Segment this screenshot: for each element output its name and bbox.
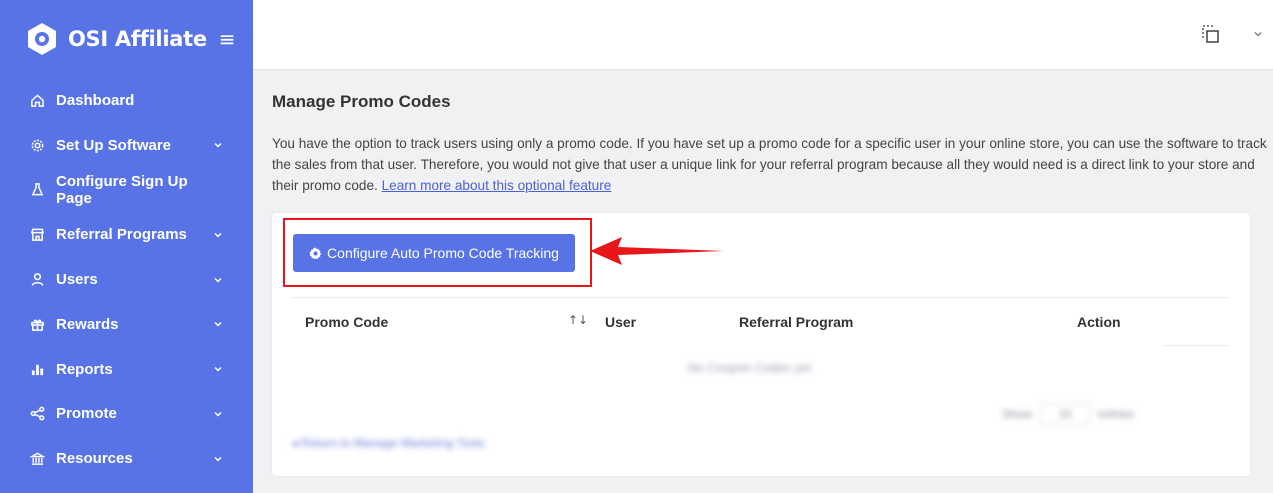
sidebar-item-label: Resources <box>56 450 133 468</box>
sidebar-item-dashboard[interactable]: Dashboard <box>0 78 253 123</box>
configure-button-label: Configure Auto Promo Code Tracking <box>327 245 559 261</box>
chevron-down-icon <box>213 140 223 150</box>
main-content: Manage Promo Codes You have the option t… <box>253 70 1273 493</box>
top-bar <box>253 0 1273 70</box>
sidebar-item-label: Users <box>56 271 98 289</box>
share-icon <box>28 405 46 423</box>
brand: OSI Affiliate ≡ <box>0 0 253 78</box>
red-arrow-annotation <box>590 237 724 265</box>
home-icon <box>28 91 46 109</box>
page-title: Manage Promo Codes <box>272 92 451 111</box>
column-header-promo-code[interactable]: Promo Code <box>305 314 388 330</box>
sidebar-item-label: Dashboard <box>56 91 135 109</box>
entries-label: entries <box>1098 407 1135 421</box>
sidebar-item-label: Promote <box>56 405 117 423</box>
flask-icon <box>28 181 46 199</box>
configure-auto-promo-code-tracking-button[interactable]: Configure Auto Promo Code Tracking <box>293 234 575 272</box>
entries-length-control: Show 10 entries <box>1002 403 1134 425</box>
store-icon <box>28 226 46 244</box>
grid-dashed-icon[interactable] <box>1201 24 1221 44</box>
chevron-down-icon <box>213 230 223 240</box>
sidebar-item-label: Set Up Software <box>56 136 172 154</box>
sidebar-item-configure-sign-up-page[interactable]: Configure Sign Up Page <box>0 168 253 213</box>
sidebar-item-users[interactable]: Users <box>0 257 253 302</box>
intro-paragraph: You have the option to track users using… <box>272 133 1267 196</box>
column-header-action[interactable]: Action <box>1077 314 1121 330</box>
hamburger-icon[interactable]: ≡ <box>219 29 236 49</box>
gear-icon <box>309 247 322 259</box>
entries-select[interactable]: 10 <box>1040 403 1091 425</box>
header-divider <box>1162 345 1230 346</box>
chevron-down-icon[interactable] <box>1253 29 1263 39</box>
sort-icon[interactable]: ↑↓ <box>568 313 588 327</box>
empty-table-message: No Coupon Codes yet <box>688 361 811 375</box>
chevron-down-icon <box>213 409 223 419</box>
sidebar-nav: Dashboard Set Up Software Configure Sign… <box>0 78 253 481</box>
bar-chart-icon <box>28 360 46 378</box>
chevron-down-icon <box>213 319 223 329</box>
learn-more-link[interactable]: Learn more about this optional feature <box>382 178 612 193</box>
brand-name: OSI Affiliate <box>68 27 207 51</box>
gift-icon <box>28 315 46 333</box>
chevron-down-icon <box>213 454 223 464</box>
sidebar-item-set-up-software[interactable]: Set Up Software <box>0 123 253 168</box>
sidebar-item-label: Reports <box>56 360 113 378</box>
chevron-down-icon <box>213 364 223 374</box>
sidebar-item-resources[interactable]: Resources <box>0 436 253 481</box>
user-icon <box>28 271 46 289</box>
bank-icon <box>28 450 46 468</box>
logo-icon <box>28 23 56 55</box>
sidebar-item-label: Configure Sign Up Page <box>56 172 188 207</box>
gear-icon <box>28 136 46 154</box>
sidebar-item-label: Referral Programs <box>56 226 187 244</box>
sidebar-item-reports[interactable]: Reports <box>0 347 253 392</box>
chevron-down-icon <box>213 275 223 285</box>
sidebar-item-referral-programs[interactable]: Referral Programs <box>0 212 253 257</box>
column-header-referral-program[interactable]: Referral Program <box>739 314 853 330</box>
sidebar-item-rewards[interactable]: Rewards <box>0 302 253 347</box>
column-header-user[interactable]: User <box>605 314 636 330</box>
sidebar-item-promote[interactable]: Promote <box>0 392 253 437</box>
sidebar: OSI Affiliate ≡ Dashboard Set Up Softwar… <box>0 0 253 493</box>
divider <box>290 297 1230 298</box>
sidebar-item-label: Rewards <box>56 315 119 333</box>
back-link-label: Return to Manage Marketing Tools <box>301 436 485 450</box>
show-label: Show <box>1002 407 1033 421</box>
promo-codes-card: Configure Auto Promo Code Tracking Promo… <box>272 213 1250 476</box>
back-link[interactable]: ◂ Return to Manage Marketing Tools <box>292 436 485 450</box>
